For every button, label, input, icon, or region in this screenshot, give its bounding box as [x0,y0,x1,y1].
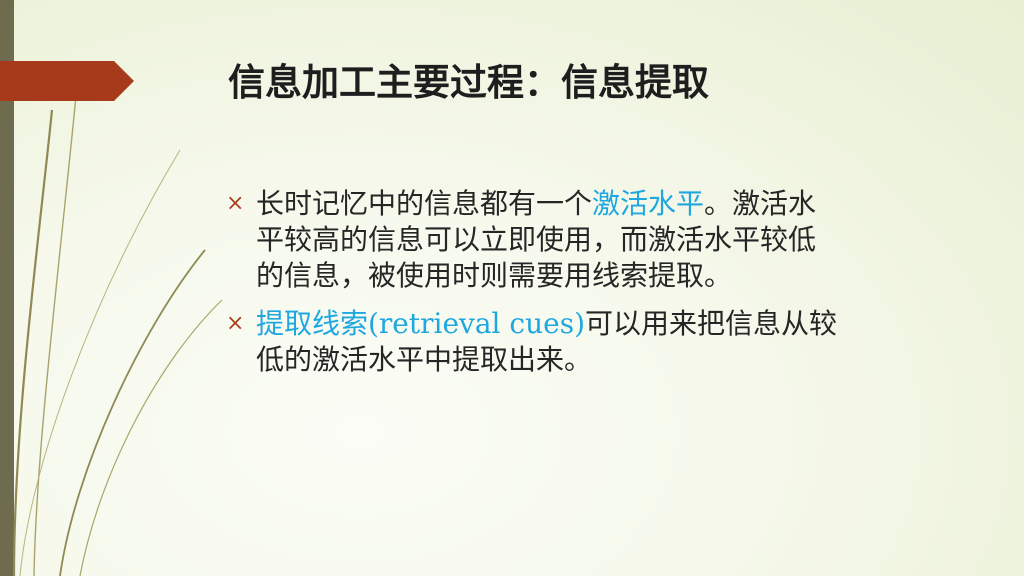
bullet-x-icon: × [226,311,245,336]
bullet-1-line-1: 长时记忆中的信息都有一个激活水平。激活水 [256,187,816,220]
bullet-1-line-2: 平较高的信息可以立即使用，而激活水平较低 [256,223,817,256]
text-segment: 可以用来把信息从较 [585,307,838,340]
bullet-2-line-2: 低的激活水平中提取出来。 [256,343,593,376]
bullet-x-icon: × [226,191,245,216]
bullet-2-line-1: 提取线索(retrieval cues)可以用来把信息从较 [256,307,837,340]
bullet-1-line-3: 的信息，被使用时则需要用线索提取。 [256,259,733,292]
title-arrow-icon [0,61,134,101]
highlight-retrieval-cues: 提取线索(retrieval cues) [256,307,585,340]
highlight-activation-level: 激活水平 [592,187,705,220]
bullet-item-activation-level: × 长时记忆中的信息都有一个激活水平。激活水 平较高的信息可以立即使用，而激活水… [226,186,966,294]
slide-title: 信息加工主要过程：信息提取 [228,60,709,104]
text-segment: 长时记忆中的信息都有一个 [256,187,593,220]
bullet-list: × 长时记忆中的信息都有一个激活水平。激活水 平较高的信息可以立即使用，而激活水… [226,186,966,378]
text-segment: 。激活水 [704,187,817,220]
bullet-item-retrieval-cues: × 提取线索(retrieval cues)可以用来把信息从较 低的激活水平中提… [226,306,966,378]
